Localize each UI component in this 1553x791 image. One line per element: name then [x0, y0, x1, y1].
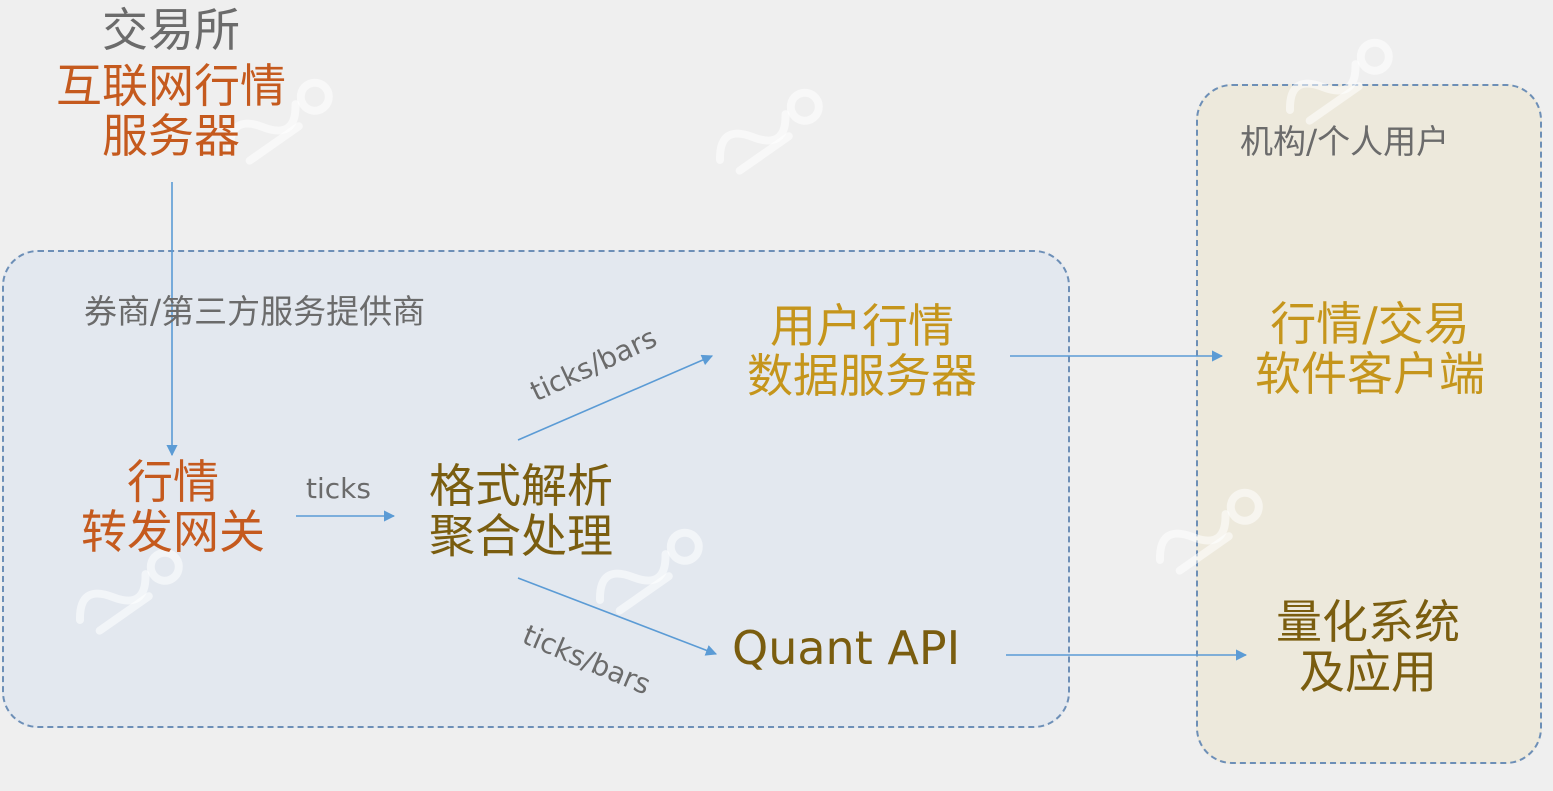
- edge-label-ticks: ticks: [306, 472, 371, 505]
- user-group-label: 机构/个人用户: [1240, 122, 1450, 161]
- trade-client-node: 行情/交易 软件客户端: [1255, 297, 1485, 401]
- parser-node: 格式解析 聚合处理: [429, 459, 613, 563]
- user-server-node: 用户行情 数据服务器: [747, 299, 977, 403]
- broker-group-label: 券商/第三方服务提供商: [84, 292, 426, 331]
- quant-app-node: 量化系统 及应用: [1276, 595, 1460, 699]
- quant-api-node: Quant API: [732, 621, 961, 675]
- gateway-node: 行情 转发网关: [81, 455, 265, 559]
- exchange-title: 交易所: [102, 3, 240, 57]
- exchange-server-node: 互联网行情 服务器: [56, 59, 286, 163]
